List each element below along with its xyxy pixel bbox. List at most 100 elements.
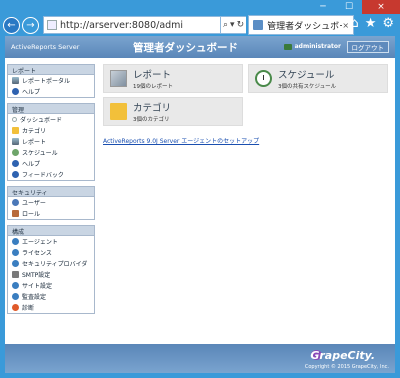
sidebar-item-agents[interactable]: エージェント — [8, 236, 94, 247]
logout-button[interactable]: ログアウト — [346, 41, 389, 53]
sidebar-group-security: セキュリティ ユーザー ロール — [7, 186, 95, 220]
sidebar-item-label: ヘルプ — [22, 161, 41, 168]
sidebar-item-schedules[interactable]: スケジュール — [8, 147, 94, 158]
sidebar-item-roles[interactable]: ロール — [8, 208, 94, 219]
tile-title: スケジュール — [278, 70, 335, 81]
back-button[interactable]: ← — [3, 16, 20, 34]
tile-subtitle: 3個の共有スケジュール — [278, 84, 337, 90]
sidebar: レポート レポートポータル ヘルプ 管理 ダッシュボード カテゴリ レポート ス… — [7, 64, 95, 319]
sidebar-item-label: カテゴリ — [22, 128, 47, 135]
home-icon[interactable]: ⌂ — [350, 16, 358, 31]
sidebar-item-label: フィードバック — [22, 172, 64, 179]
folder-icon — [12, 127, 19, 134]
help-icon — [12, 160, 19, 167]
browser-window: ─ ☐ × ← → http://arserver:8080/admi ⌕ ▾ … — [0, 0, 400, 378]
agent-setup-link[interactable]: ActiveReports 9.0J Server エージェントのセットアップ — [103, 136, 259, 145]
dashboard-icon — [12, 117, 17, 122]
sidebar-item-label: ヘルプ — [22, 89, 41, 96]
tab-title: 管理者ダッシュボード — [267, 21, 342, 32]
diagnostics-icon — [12, 304, 19, 311]
sidebar-group-title: 管理 — [8, 104, 94, 114]
copyright-text: Copyright © 2015 GrapeCity, Inc. — [304, 364, 389, 370]
sidebar-item-dashboard[interactable]: ダッシュボード — [8, 114, 94, 125]
tab-close-icon[interactable]: × — [342, 21, 349, 30]
sidebar-item-reports[interactable]: レポート — [8, 136, 94, 147]
dropdown-icon[interactable]: ▾ — [230, 20, 235, 30]
tile-categories[interactable]: カテゴリ 3個のカテゴリ — [103, 97, 243, 126]
sidebar-item-security-providers[interactable]: セキュリティプロバイダ — [8, 258, 94, 269]
sidebar-item-label: ロール — [22, 211, 41, 218]
sidebar-item-report-portal[interactable]: レポートポータル — [8, 75, 94, 86]
address-tools: ⌕ ▾ ↻ — [221, 16, 247, 34]
role-icon — [12, 210, 19, 217]
sidebar-group-admin: 管理 ダッシュボード カテゴリ レポート スケジュール ヘルプ フィードバック — [7, 103, 95, 181]
tile-title: カテゴリ — [133, 103, 172, 114]
favorites-icon[interactable]: ★ — [365, 16, 377, 31]
grapecity-logo: GrapeCity. — [310, 349, 375, 362]
reports-icon — [110, 70, 127, 87]
search-icon[interactable]: ⌕ — [223, 20, 228, 30]
sidebar-item-label: ライセンス — [22, 250, 52, 257]
sidebar-item-label: レポート — [22, 139, 47, 146]
clock-icon — [255, 70, 272, 87]
page-content: ActiveReports Server 管理者ダッシュボード administ… — [5, 36, 395, 373]
help-icon — [12, 88, 19, 95]
sidebar-group-config: 構成 エージェント ライセンス セキュリティプロバイダ SMTP設定 サイト設定… — [7, 225, 95, 314]
clock-icon — [12, 149, 19, 156]
forward-button[interactable]: → — [22, 16, 39, 34]
sidebar-item-label: セキュリティプロバイダ — [22, 261, 88, 268]
gear-icon — [12, 260, 19, 267]
tile-schedules[interactable]: スケジュール 3個の共有スケジュール — [248, 64, 388, 93]
maximize-button[interactable]: ☐ — [336, 0, 362, 14]
user-info: administrator — [283, 43, 341, 50]
sidebar-item-site-settings[interactable]: サイト設定 — [8, 280, 94, 291]
sidebar-item-label: ダッシュボード — [20, 117, 63, 124]
sidebar-item-label: サイト設定 — [22, 283, 53, 290]
page-icon — [47, 20, 57, 30]
gear-icon — [12, 293, 19, 300]
sidebar-item-feedback[interactable]: フィードバック — [8, 169, 94, 180]
refresh-icon[interactable]: ↻ — [237, 20, 245, 30]
sidebar-item-categories[interactable]: カテゴリ — [8, 125, 94, 136]
tile-subtitle: 19個のレポート — [133, 84, 173, 90]
favicon-icon — [253, 20, 264, 30]
sidebar-item-label: 診断 — [22, 305, 35, 312]
browser-tab[interactable]: 管理者ダッシュボード × — [248, 15, 355, 35]
user-icon — [283, 43, 292, 50]
app-header: ActiveReports Server 管理者ダッシュボード administ… — [5, 36, 395, 58]
gear-icon — [12, 282, 19, 289]
gear-icon — [12, 238, 19, 245]
user-icon — [12, 199, 19, 206]
feedback-icon — [12, 171, 19, 178]
main-area: レポート レポートポータル ヘルプ 管理 ダッシュボード カテゴリ レポート ス… — [5, 58, 395, 344]
sidebar-item-label: ユーザー — [22, 200, 46, 207]
sidebar-group-title: セキュリティ — [8, 187, 94, 197]
minimize-button[interactable]: ─ — [310, 0, 336, 14]
sidebar-item-label: スケジュール — [22, 150, 58, 157]
url-text[interactable]: http://arserver:8080/admi — [60, 20, 183, 31]
sidebar-item-label: SMTP設定 — [22, 272, 51, 279]
sidebar-group-title: 構成 — [8, 226, 94, 236]
smtp-icon — [12, 271, 19, 278]
sidebar-item-admin-help[interactable]: ヘルプ — [8, 158, 94, 169]
close-button[interactable]: × — [362, 0, 400, 14]
sidebar-item-users[interactable]: ユーザー — [8, 197, 94, 208]
sidebar-group-reports: レポート レポートポータル ヘルプ — [7, 64, 95, 98]
settings-icon[interactable]: ⚙ — [382, 16, 394, 31]
sidebar-group-title: レポート — [8, 65, 94, 75]
window-controls: ─ ☐ × — [310, 0, 400, 14]
tile-title: レポート — [133, 70, 172, 81]
sidebar-item-smtp[interactable]: SMTP設定 — [8, 269, 94, 280]
sidebar-item-diagnostics[interactable]: 診断 — [8, 302, 94, 313]
folder-icon — [110, 103, 127, 120]
address-bar[interactable]: http://arserver:8080/admi — [43, 16, 221, 34]
user-name: administrator — [294, 43, 341, 50]
sidebar-item-audit[interactable]: 監査設定 — [8, 291, 94, 302]
footer: GrapeCity. Copyright © 2015 GrapeCity, I… — [5, 344, 395, 373]
tile-subtitle: 3個のカテゴリ — [133, 117, 170, 123]
tile-reports[interactable]: レポート 19個のレポート — [103, 64, 243, 93]
sidebar-item-label: レポートポータル — [22, 78, 71, 85]
sidebar-item-label: エージェント — [22, 239, 58, 246]
sidebar-item-license[interactable]: ライセンス — [8, 247, 94, 258]
sidebar-item-help[interactable]: ヘルプ — [8, 86, 94, 97]
